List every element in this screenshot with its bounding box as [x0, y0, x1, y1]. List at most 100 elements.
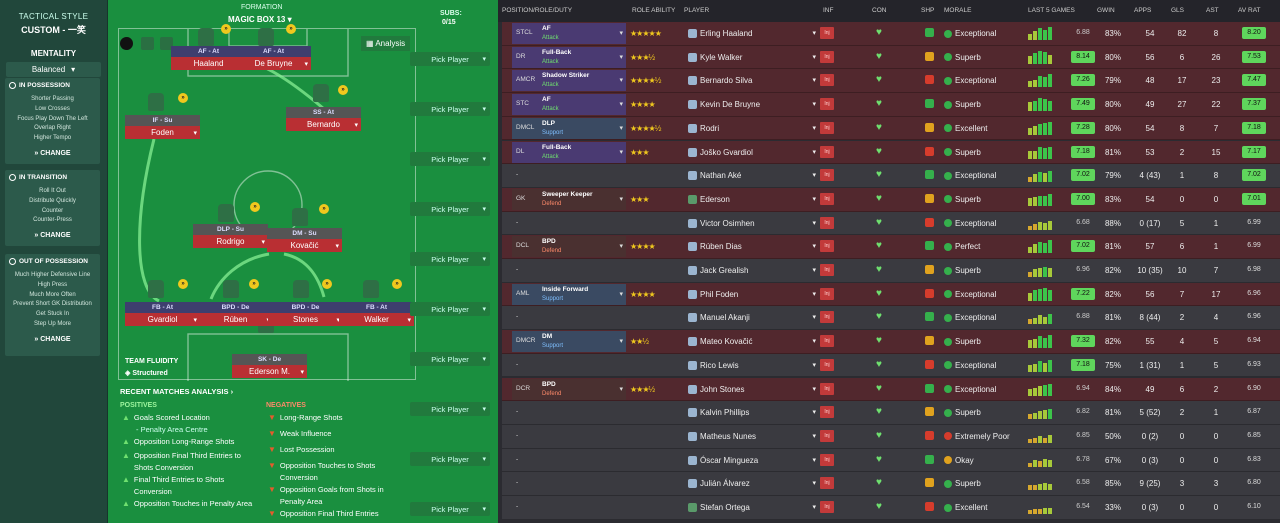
player-slot[interactable]: AF - At De Bruyne: [236, 46, 311, 70]
column-header[interactable]: AST: [1206, 7, 1219, 14]
negative-item[interactable]: ▼ Opposition Touches to Shots Conversion: [268, 460, 408, 484]
player-cell[interactable]: Bernardo Silva ▾: [688, 76, 816, 86]
role-selector[interactable]: STC AF Attack ▾: [512, 94, 626, 116]
player-cell[interactable]: Nathan Aké ▾: [688, 171, 816, 181]
table-row[interactable]: - Óscar Mingueza ▾ Inj ♥ Okay 6.78 67% 0 (3) 0 0 6.…: [502, 448, 1280, 473]
negative-item[interactable]: ▼ Long-Range Shots: [268, 412, 408, 424]
player-slot[interactable]: DM - Su Kovačić: [267, 228, 342, 252]
table-row[interactable]: AML Inside Forward Support ▾ ★★★★ Phil Foden ▾…: [502, 282, 1280, 307]
in-possession-change-button[interactable]: » CHANGE: [5, 150, 100, 157]
injury-badge[interactable]: Inj: [820, 169, 834, 182]
pick-player-select[interactable]: Pick Player: [410, 402, 490, 416]
injury-badge[interactable]: Inj: [820, 240, 834, 253]
player-cell[interactable]: Victor Osimhen ▾: [688, 218, 816, 228]
column-header[interactable]: AV RAT: [1238, 7, 1261, 14]
positive-item[interactable]: ▲ Opposition Final Third Entries to Shots…: [122, 450, 262, 474]
pick-player-select[interactable]: Pick Player: [410, 302, 490, 316]
role-selector[interactable]: -: [512, 355, 626, 376]
column-header[interactable]: PLAYER: [684, 7, 709, 14]
pick-player-select[interactable]: Pick Player: [410, 502, 490, 516]
role-selector[interactable]: DMCL DLP Support ▾: [512, 117, 626, 139]
column-header[interactable]: ROLE ABILITY: [632, 7, 675, 14]
player-slot[interactable]: FB - At Gvardiol: [125, 302, 200, 326]
player-slot[interactable]: AF - At Haaland: [171, 46, 246, 70]
role-selector[interactable]: -: [512, 497, 626, 518]
role-selector[interactable]: -: [512, 473, 626, 494]
injury-badge[interactable]: Inj: [820, 50, 834, 63]
column-header[interactable]: GWIN: [1097, 7, 1115, 14]
player-cell[interactable]: Jack Grealish ▾: [688, 266, 816, 275]
table-row[interactable]: - Jack Grealish ▾ Inj ♥ Superb 6.96 82% 10 (35) 1…: [502, 259, 1280, 283]
player-cell[interactable]: Joško Gvardiol ▾: [688, 147, 816, 157]
pick-player-select[interactable]: Pick Player: [410, 352, 490, 366]
injury-badge[interactable]: Inj: [820, 406, 834, 419]
table-row[interactable]: - Victor Osimhen ▾ Inj ♥ Exceptional 6.68 88% 0 …: [502, 211, 1280, 236]
role-selector[interactable]: DL Full-Back Attack ▾: [512, 141, 626, 163]
table-row[interactable]: GK Sweeper Keeper Defend ▾ ★★★ Ederson ▾ Inj ♥ Su…: [502, 187, 1280, 212]
injury-badge[interactable]: Inj: [820, 264, 834, 276]
player-cell[interactable]: Matheus Nunes ▾: [688, 431, 816, 441]
table-row[interactable]: - Stefan Ortega ▾ Inj ♥ Excellent 6.54 33% 0 (3)…: [502, 496, 1280, 520]
injury-badge[interactable]: Inj: [820, 335, 834, 348]
player-cell[interactable]: Julián Álvarez ▾: [688, 479, 816, 489]
table-row[interactable]: DR Full-Back Attack ▾ ★★★½ Kyle Walker ▾ Inj ♥ Su…: [502, 45, 1280, 70]
injury-badge[interactable]: Inj: [820, 27, 834, 39]
injury-badge[interactable]: Inj: [820, 358, 834, 371]
negative-item[interactable]: ▼ Opposition Final Third Entries: [268, 508, 408, 520]
injury-badge[interactable]: Inj: [820, 74, 834, 87]
column-header[interactable]: INF: [823, 7, 833, 14]
injury-badge[interactable]: Inj: [820, 192, 834, 205]
table-row[interactable]: DCL BPD Defend ▾ ★★★★ Rúben Dias ▾ Inj ♥ Perfect 7…: [502, 235, 1280, 259]
table-row[interactable]: - Julián Álvarez ▾ Inj ♥ Superb 6.58 85% 9 (25) 3…: [502, 472, 1280, 496]
pick-player-select[interactable]: Pick Player: [410, 452, 490, 466]
table-row[interactable]: DMCL DLP Support ▾ ★★★★½ Rodri ▾ Inj ♥ Excellent 7…: [502, 116, 1280, 141]
player-slot[interactable]: FB - At Walker: [339, 302, 414, 326]
positive-item[interactable]: ▲ Opposition Long-Range Shots: [122, 436, 262, 448]
column-header[interactable]: LAST 5 GAMES: [1028, 7, 1075, 14]
player-cell[interactable]: Erling Haaland ▾: [688, 29, 816, 38]
stats-icon[interactable]: [141, 37, 154, 50]
player-cell[interactable]: Kalvin Phillips ▾: [688, 408, 816, 418]
table-row[interactable]: - Manuel Akanji ▾ Inj ♥ Exceptional 6.88 81% 8 (…: [502, 306, 1280, 331]
table-row[interactable]: DL Full-Back Attack ▾ ★★★ Joško Gvardiol ▾ Inj ♥…: [502, 140, 1280, 165]
injury-badge[interactable]: Inj: [820, 429, 834, 442]
positive-item[interactable]: ▲ Goals Scored Location: [122, 412, 262, 424]
player-slot[interactable]: BPD - De Rúben: [198, 302, 273, 326]
role-selector[interactable]: DCL BPD Defend ▾: [512, 236, 626, 258]
analysis-button[interactable]: ▦ Analysis: [361, 36, 411, 51]
role-selector[interactable]: -: [512, 213, 626, 234]
injury-badge[interactable]: Inj: [820, 98, 834, 111]
player-cell[interactable]: Mateo Kovačić ▾: [688, 337, 816, 347]
role-selector[interactable]: -: [512, 165, 626, 186]
out-of-possession-change-button[interactable]: » CHANGE: [5, 336, 100, 343]
player-cell[interactable]: Óscar Mingueza ▾: [688, 455, 816, 465]
pick-player-select[interactable]: Pick Player: [410, 152, 490, 166]
role-selector[interactable]: -: [512, 426, 626, 447]
column-header[interactable]: GLS: [1171, 7, 1184, 14]
player-cell[interactable]: Rúben Dias ▾: [688, 242, 816, 252]
role-selector[interactable]: STCL AF Attack ▾: [512, 23, 626, 44]
negative-item[interactable]: ▼ Opposition Goals from Shots in Penalty …: [268, 484, 408, 508]
table-row[interactable]: DMCR DM Support ▾ ★★½ Mateo Kovačić ▾ Inj ♥ Super…: [502, 330, 1280, 354]
positive-item[interactable]: ▲ Final Third Entries to Shots Conversion: [122, 474, 262, 498]
player-slot[interactable]: SS - At Bernardo: [286, 107, 361, 131]
player-cell[interactable]: Manuel Akanji ▾: [688, 313, 816, 323]
pitch-view-icon[interactable]: [120, 37, 133, 50]
table-row[interactable]: AMCR Shadow Striker Attack ▾ ★★★★½ Bernardo S…: [502, 69, 1280, 94]
player-slot[interactable]: IF - Su Foden: [125, 115, 200, 139]
in-transition-change-button[interactable]: » CHANGE: [5, 232, 100, 239]
player-cell[interactable]: Rico Lewis ▾: [688, 360, 816, 370]
column-header[interactable]: SHP: [921, 7, 934, 14]
positive-item[interactable]: ▲ Opposition Touches in Penalty Area: [122, 498, 262, 510]
injury-badge[interactable]: Inj: [820, 287, 834, 300]
pick-player-select[interactable]: Pick Player: [410, 202, 490, 216]
player-cell[interactable]: Stefan Ortega ▾: [688, 503, 816, 512]
player-slot[interactable]: BPD - De Stones: [268, 302, 343, 326]
pick-player-select[interactable]: Pick Player: [410, 52, 490, 66]
player-slot[interactable]: SK - De Ederson M.: [232, 354, 307, 378]
negative-item[interactable]: ▼ Weak Influence: [268, 428, 408, 440]
negative-item[interactable]: ▼ Lost Possession: [268, 444, 408, 456]
player-cell[interactable]: Kevin De Bruyne ▾: [688, 100, 816, 110]
table-row[interactable]: - Rico Lewis ▾ Inj ♥ Exceptional 7.18 75% 1 (31)…: [502, 353, 1280, 378]
role-selector[interactable]: -: [512, 402, 626, 423]
